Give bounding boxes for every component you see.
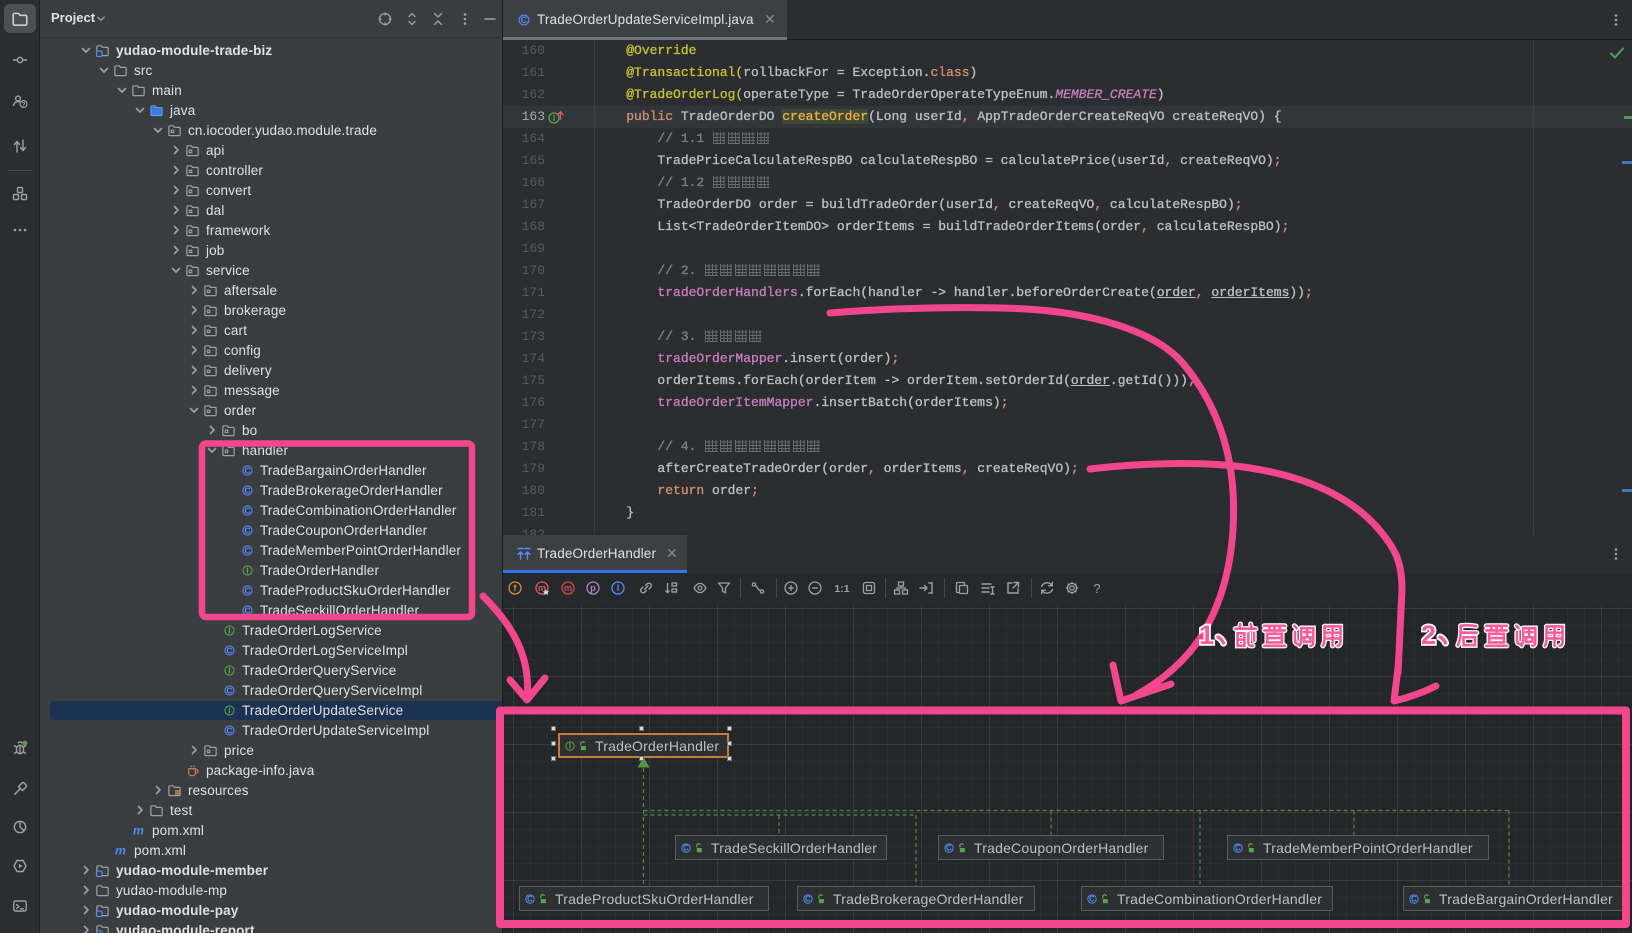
- svg-text:f: f: [514, 583, 518, 593]
- svg-text:2: 2: [1421, 620, 1436, 650]
- svg-text:p: p: [590, 583, 596, 593]
- svg-text:1:1: 1:1: [834, 583, 849, 595]
- svg-text:I: I: [617, 583, 620, 593]
- svg-text:?: ?: [1094, 582, 1101, 596]
- svg-text:I: I: [553, 113, 555, 123]
- svg-text:?: ?: [22, 101, 26, 108]
- svg-text:m: m: [564, 583, 572, 593]
- svg-text:1: 1: [1199, 620, 1214, 650]
